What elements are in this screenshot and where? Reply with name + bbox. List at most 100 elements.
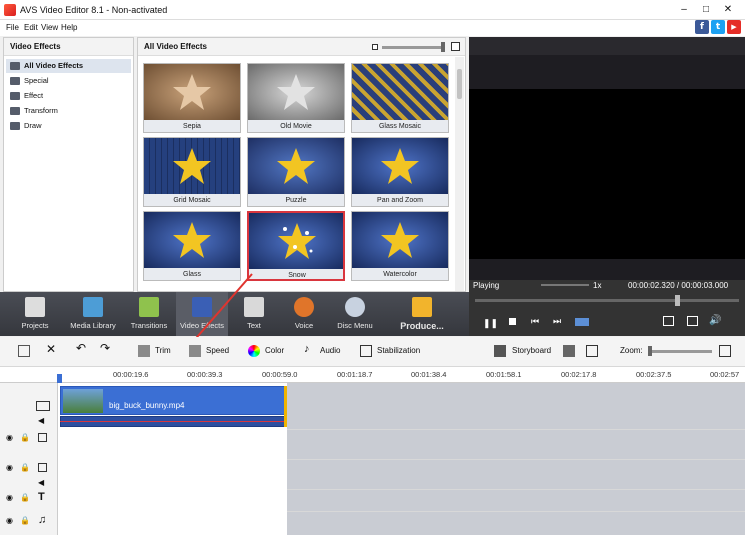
lock-icon[interactable]: 🔒 <box>20 433 30 442</box>
fullscreen-icon[interactable] <box>687 316 698 326</box>
projects-button[interactable]: Projects <box>12 292 58 336</box>
effect-tile-sepia[interactable]: Sepia <box>143 63 241 133</box>
category-all-video-effects[interactable]: All Video Effects <box>6 59 131 73</box>
close-button[interactable]: ✕ <box>718 2 738 18</box>
overlay-track-icon <box>38 463 47 472</box>
category-special[interactable]: Special <box>6 74 131 88</box>
undo-icon[interactable]: ↶ <box>76 341 86 355</box>
audio-mixer-icon[interactable] <box>563 345 575 357</box>
player-controls: Playing 1x 00:00:02.320 / 00:00:03.000 ❚… <box>469 280 745 336</box>
eye-icon[interactable]: ◉ <box>6 516 13 525</box>
trim-button[interactable]: Trim <box>155 346 171 355</box>
eye-icon[interactable]: ◉ <box>6 433 13 442</box>
clip-end-marker[interactable] <box>284 386 287 427</box>
ruler-tick-label: 00:00:39.3 <box>187 370 223 379</box>
volume-slider[interactable] <box>541 284 589 286</box>
star-icon <box>381 222 419 258</box>
playback-speed[interactable]: 1x <box>593 281 601 290</box>
volume-icon[interactable]: 🔊 <box>709 315 721 326</box>
menu-file[interactable]: File <box>6 23 19 32</box>
menu-help[interactable]: Help <box>61 23 77 32</box>
minimize-button[interactable]: – <box>674 2 694 18</box>
audio-button[interactable]: Audio <box>320 346 340 355</box>
category-transform[interactable]: Transform <box>6 104 131 118</box>
playhead[interactable] <box>57 374 62 383</box>
zoom-out-icon[interactable] <box>372 44 378 50</box>
zoom-slider-handle[interactable] <box>648 346 652 356</box>
gallery-title: All Video Effects <box>144 42 207 51</box>
timeline-ruler[interactable]: 00:00:19.6 00:00:39.3 00:00:59.0 00:01:1… <box>0 367 745 383</box>
scrollbar-thumb[interactable] <box>457 69 462 99</box>
disc-icon <box>345 297 365 317</box>
effect-tile-glass-mosaic[interactable]: Glass Mosaic <box>351 63 449 133</box>
effect-tile-pan-and-zoom[interactable]: Pan and Zoom <box>351 137 449 207</box>
next-frame-icon[interactable]: ⏭ <box>553 316 561 327</box>
trim-icon[interactable] <box>138 345 150 357</box>
tile-label: Sepia <box>144 120 240 132</box>
select-icon[interactable] <box>18 345 30 357</box>
speaker-icon[interactable]: ◀ <box>38 478 44 487</box>
star-icon <box>173 148 211 184</box>
effect-tile-snow[interactable]: Snow <box>247 211 345 281</box>
title-bar: AVS Video Editor 8.1 - Non-activated – □… <box>0 0 745 20</box>
tile-label: Puzzle <box>248 194 344 206</box>
eye-icon[interactable]: ◉ <box>6 463 13 472</box>
timeline-zoom-slider[interactable] <box>648 350 712 353</box>
playback-mode-icon[interactable] <box>575 318 589 326</box>
eye-icon[interactable]: ◉ <box>6 493 13 502</box>
gallery-scrollbar[interactable] <box>455 57 464 291</box>
stabilization-button[interactable]: Stabilization <box>377 346 420 355</box>
seek-bar[interactable] <box>475 299 739 302</box>
effect-tile-old-movie[interactable]: Old Movie <box>247 63 345 133</box>
youtube-icon[interactable]: ▶ <box>727 20 741 34</box>
ruler-tick-label: 00:02:57 <box>710 370 740 379</box>
delete-icon[interactable]: ✕ <box>46 342 56 356</box>
previous-frame-icon[interactable]: ⏮ <box>531 316 539 327</box>
disc-menu-button[interactable]: Disc Menu <box>332 292 378 336</box>
category-draw[interactable]: Draw <box>6 119 131 133</box>
ruler-tick-label: 00:02:37.5 <box>636 370 672 379</box>
seek-handle[interactable] <box>675 295 680 306</box>
fit-timeline-icon[interactable] <box>719 345 731 357</box>
zoom-in-icon[interactable] <box>451 42 460 51</box>
stabilization-icon[interactable] <box>360 345 372 357</box>
audio-icon[interactable]: ♪ <box>304 343 310 355</box>
aspect-ratio-icon[interactable] <box>586 345 598 357</box>
storyboard-button[interactable]: Storyboard <box>512 346 551 355</box>
volume-envelope-line[interactable] <box>60 421 286 422</box>
storyboard-icon[interactable] <box>494 345 506 357</box>
voice-button[interactable]: Voice <box>284 292 324 336</box>
speed-button[interactable]: Speed <box>206 346 229 355</box>
color-button[interactable]: Color <box>265 346 284 355</box>
facebook-icon[interactable]: f <box>695 20 709 34</box>
speaker-icon[interactable]: ◀ <box>38 416 44 425</box>
effect-tile-puzzle[interactable]: Puzzle <box>247 137 345 207</box>
maximize-button[interactable]: □ <box>696 2 716 18</box>
menu-edit[interactable]: Edit <box>24 23 38 32</box>
stop-icon[interactable] <box>509 318 516 325</box>
lock-icon[interactable]: 🔒 <box>20 493 30 502</box>
video-clip[interactable]: big_buck_bunny.mp4 <box>60 386 286 415</box>
snapshot-icon[interactable] <box>663 316 674 326</box>
menu-bar: File Edit View Help <box>0 20 745 36</box>
star-icon <box>278 223 316 259</box>
twitter-icon[interactable]: t <box>711 20 725 34</box>
color-icon[interactable] <box>248 345 260 357</box>
lock-icon[interactable]: 🔒 <box>20 463 30 472</box>
effect-tile-grid-mosaic[interactable]: Grid Mosaic <box>143 137 241 207</box>
folder-icon <box>10 92 20 100</box>
slider-handle[interactable] <box>441 42 445 52</box>
lock-icon[interactable]: 🔒 <box>20 516 30 525</box>
menu-view[interactable]: View <box>41 23 58 32</box>
produce-button[interactable]: Produce... <box>394 292 450 336</box>
thumbnail-size-slider[interactable] <box>382 46 444 49</box>
effect-categories-panel: Video Effects All Video Effects Special … <box>3 37 134 292</box>
star-icon <box>277 148 315 184</box>
window-title: AVS Video Editor 8.1 - Non-activated <box>20 5 168 15</box>
tile-label: Grid Mosaic <box>144 194 240 206</box>
speed-icon[interactable] <box>189 345 201 357</box>
category-effect[interactable]: Effect <box>6 89 131 103</box>
redo-icon[interactable]: ↷ <box>100 341 110 355</box>
pause-icon[interactable]: ❚❚ <box>483 318 498 329</box>
effect-tile-watercolor[interactable]: Watercolor <box>351 211 449 281</box>
